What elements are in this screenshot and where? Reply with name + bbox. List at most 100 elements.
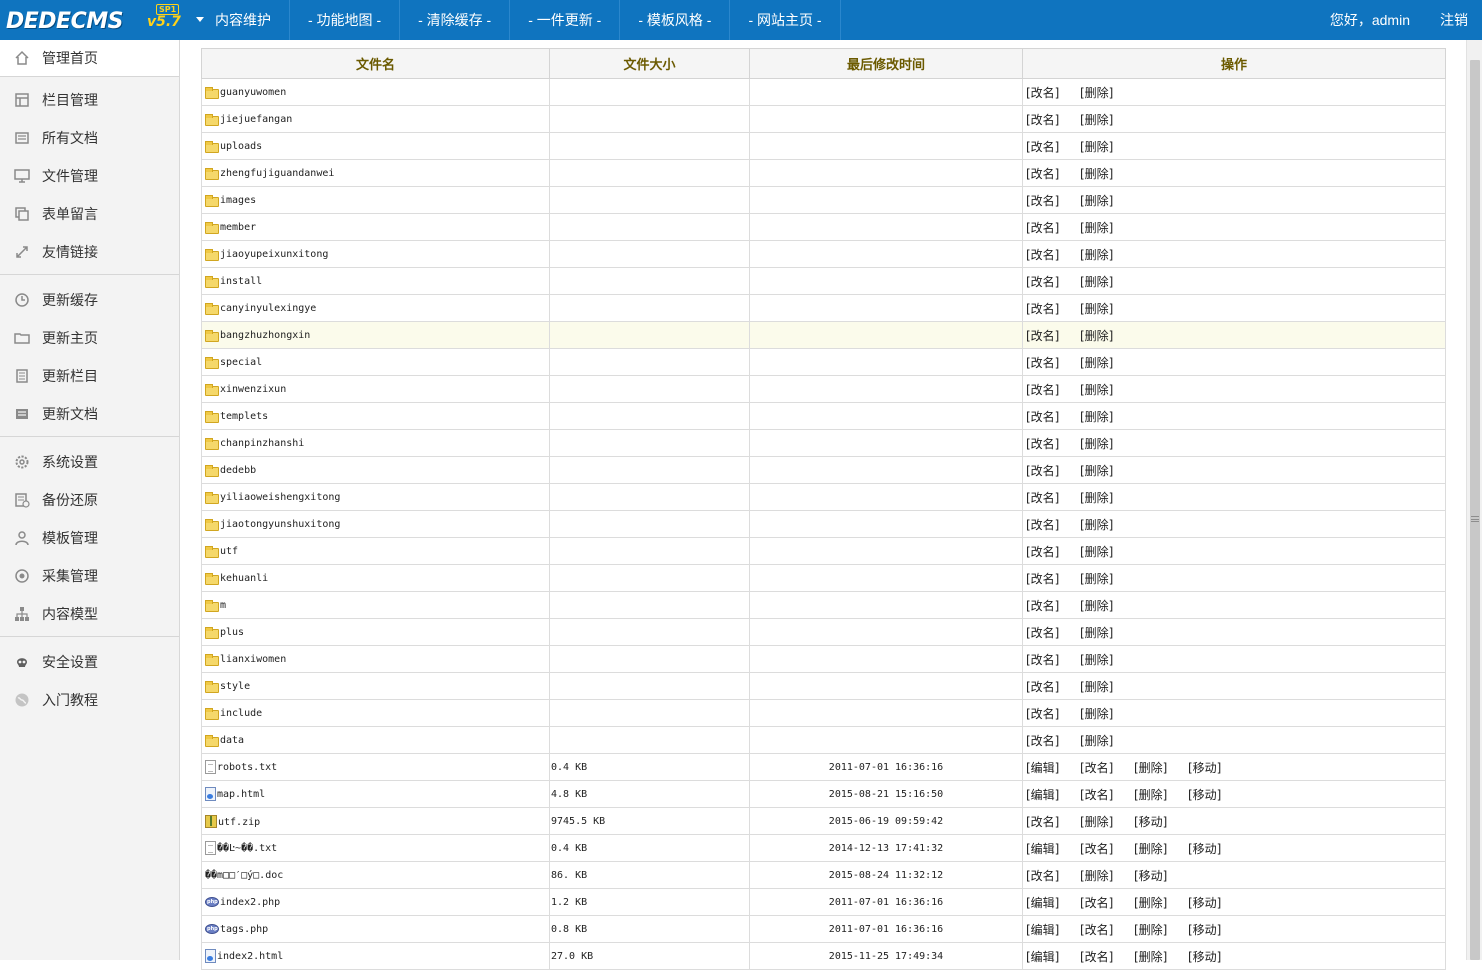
- delete-link[interactable]: [删除]: [1080, 246, 1134, 263]
- rename-link[interactable]: [改名]: [1026, 273, 1080, 290]
- filename-link[interactable]: index2.php: [220, 897, 280, 908]
- rename-link[interactable]: [改名]: [1026, 678, 1080, 695]
- nav-clear-cache[interactable]: - 清除缓存 -: [400, 0, 511, 40]
- logout-link[interactable]: 注销: [1440, 0, 1468, 40]
- rename-link[interactable]: [改名]: [1026, 138, 1080, 155]
- rename-link[interactable]: [改名]: [1080, 921, 1134, 938]
- delete-link[interactable]: [删除]: [1080, 813, 1134, 830]
- rename-link[interactable]: [改名]: [1026, 192, 1080, 209]
- delete-link[interactable]: [删除]: [1080, 867, 1134, 884]
- sidebar-item-collect-manager[interactable]: 采集管理: [0, 558, 179, 594]
- delete-link[interactable]: [删除]: [1134, 840, 1188, 857]
- filename-link[interactable]: xinwenzixun: [220, 384, 286, 395]
- filename-link[interactable]: special: [220, 357, 262, 368]
- move-link[interactable]: [移动]: [1188, 921, 1242, 938]
- sidebar-item-backup-restore[interactable]: 备份还原: [0, 482, 179, 518]
- rename-link[interactable]: [改名]: [1026, 705, 1080, 722]
- filename-link[interactable]: ��m□□′□ý□.doc: [205, 870, 283, 881]
- delete-link[interactable]: [删除]: [1080, 273, 1134, 290]
- rename-link[interactable]: [改名]: [1026, 597, 1080, 614]
- dedecms-logo[interactable]: DEDECMS v5.7 SP1: [6, 4, 181, 35]
- sidebar-item-admin-home[interactable]: 管理首页: [0, 40, 179, 76]
- delete-link[interactable]: [删除]: [1080, 597, 1134, 614]
- nav-site-home[interactable]: - 网站主页 -: [730, 0, 841, 40]
- rename-link[interactable]: [改名]: [1026, 111, 1080, 128]
- filename-link[interactable]: dedebb: [220, 465, 256, 476]
- rename-link[interactable]: [改名]: [1026, 813, 1080, 830]
- delete-link[interactable]: [删除]: [1080, 489, 1134, 506]
- delete-link[interactable]: [删除]: [1080, 624, 1134, 641]
- delete-link[interactable]: [删除]: [1080, 354, 1134, 371]
- filename-link[interactable]: kehuanli: [220, 573, 268, 584]
- filename-link[interactable]: canyinyulexingye: [220, 303, 316, 314]
- filename-link[interactable]: robots.txt: [217, 762, 277, 773]
- filename-link[interactable]: yiliaoweishengxitong: [220, 492, 340, 503]
- delete-link[interactable]: [删除]: [1080, 408, 1134, 425]
- delete-link[interactable]: [删除]: [1080, 705, 1134, 722]
- move-link[interactable]: [移动]: [1188, 948, 1242, 965]
- delete-link[interactable]: [删除]: [1080, 192, 1134, 209]
- nav-function-map[interactable]: - 功能地图 -: [290, 0, 401, 40]
- delete-link[interactable]: [删除]: [1080, 543, 1134, 560]
- filename-link[interactable]: plus: [220, 627, 244, 638]
- delete-link[interactable]: [删除]: [1134, 921, 1188, 938]
- sidebar-item-update-documents[interactable]: 更新文档: [0, 396, 179, 432]
- rename-link[interactable]: [改名]: [1026, 489, 1080, 506]
- filename-link[interactable]: ��Ŀ~��.txt: [217, 843, 277, 854]
- rename-link[interactable]: [改名]: [1026, 381, 1080, 398]
- rename-link[interactable]: [改名]: [1026, 246, 1080, 263]
- delete-link[interactable]: [删除]: [1134, 894, 1188, 911]
- delete-link[interactable]: [删除]: [1134, 786, 1188, 803]
- scrollbar-thumb[interactable]: [1470, 60, 1480, 960]
- filename-link[interactable]: utf: [220, 546, 238, 557]
- filename-link[interactable]: include: [220, 708, 262, 719]
- rename-link[interactable]: [改名]: [1026, 543, 1080, 560]
- delete-link[interactable]: [删除]: [1080, 381, 1134, 398]
- rename-link[interactable]: [改名]: [1026, 516, 1080, 533]
- move-link[interactable]: [移动]: [1188, 894, 1242, 911]
- delete-link[interactable]: [删除]: [1080, 300, 1134, 317]
- rename-link[interactable]: [改名]: [1080, 840, 1134, 857]
- filename-link[interactable]: bangzhuzhongxin: [220, 330, 310, 341]
- edit-link[interactable]: [编辑]: [1026, 948, 1080, 965]
- delete-link[interactable]: [删除]: [1080, 651, 1134, 668]
- edit-link[interactable]: [编辑]: [1026, 786, 1080, 803]
- filename-link[interactable]: tags.php: [220, 924, 268, 935]
- filename-link[interactable]: utf.zip: [218, 817, 260, 828]
- delete-link[interactable]: [删除]: [1134, 759, 1188, 776]
- nav-content-maintenance[interactable]: 内容维护: [186, 0, 290, 40]
- move-link[interactable]: [移动]: [1134, 813, 1188, 830]
- edit-link[interactable]: [编辑]: [1026, 921, 1080, 938]
- rename-link[interactable]: [改名]: [1026, 300, 1080, 317]
- nav-one-click-update[interactable]: - 一件更新 -: [510, 0, 621, 40]
- nav-template-style[interactable]: - 模板风格 -: [620, 0, 731, 40]
- filename-link[interactable]: member: [220, 222, 256, 233]
- delete-link[interactable]: [删除]: [1080, 84, 1134, 101]
- rename-link[interactable]: [改名]: [1026, 867, 1080, 884]
- rename-link[interactable]: [改名]: [1026, 462, 1080, 479]
- edit-link[interactable]: [编辑]: [1026, 759, 1080, 776]
- move-link[interactable]: [移动]: [1134, 867, 1188, 884]
- rename-link[interactable]: [改名]: [1026, 84, 1080, 101]
- rename-link[interactable]: [改名]: [1026, 624, 1080, 641]
- sidebar-item-system-settings[interactable]: 系统设置: [0, 444, 179, 480]
- delete-link[interactable]: [删除]: [1080, 435, 1134, 452]
- sidebar-item-friend-links[interactable]: 友情链接: [0, 234, 179, 270]
- vertical-scrollbar[interactable]: [1466, 40, 1482, 960]
- move-link[interactable]: [移动]: [1188, 786, 1242, 803]
- rename-link[interactable]: [改名]: [1026, 651, 1080, 668]
- sidebar-item-file-manager[interactable]: 文件管理: [0, 158, 179, 194]
- delete-link[interactable]: [删除]: [1080, 138, 1134, 155]
- delete-link[interactable]: [删除]: [1080, 516, 1134, 533]
- delete-link[interactable]: [删除]: [1080, 570, 1134, 587]
- sidebar-item-template-manager[interactable]: 模板管理: [0, 520, 179, 556]
- rename-link[interactable]: [改名]: [1026, 570, 1080, 587]
- rename-link[interactable]: [改名]: [1080, 894, 1134, 911]
- sidebar-item-update-cache[interactable]: 更新缓存: [0, 282, 179, 318]
- sidebar-item-form-messages[interactable]: 表单留言: [0, 196, 179, 232]
- rename-link[interactable]: [改名]: [1026, 435, 1080, 452]
- filename-link[interactable]: templets: [220, 411, 268, 422]
- filename-link[interactable]: jiejuefangan: [220, 114, 292, 125]
- filename-link[interactable]: lianxiwomen: [220, 654, 286, 665]
- delete-link[interactable]: [删除]: [1080, 219, 1134, 236]
